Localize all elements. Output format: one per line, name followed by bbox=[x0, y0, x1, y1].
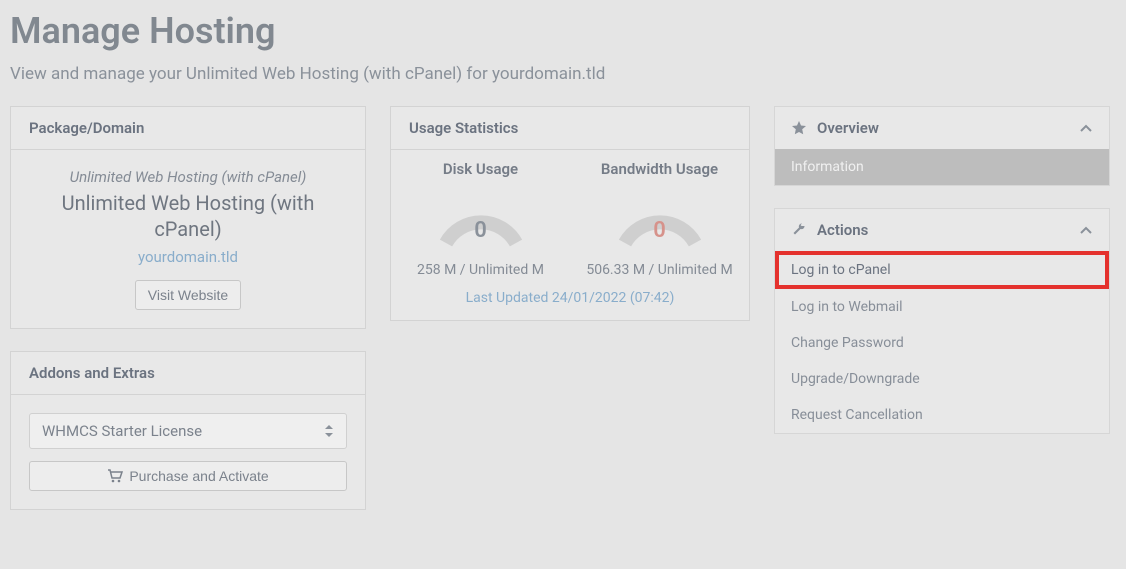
chevron-up-icon bbox=[1079, 123, 1093, 133]
visit-website-button[interactable]: Visit Website bbox=[135, 280, 241, 310]
package-card: Package/Domain Unlimited Web Hosting (wi… bbox=[10, 106, 366, 329]
page-subtitle: View and manage your Unlimited Web Hosti… bbox=[10, 64, 1116, 84]
package-subline: Unlimited Web Hosting (with cPanel) bbox=[29, 168, 347, 186]
disk-usage-gauge: 0 bbox=[431, 188, 531, 248]
addons-card-header: Addons and Extras bbox=[11, 352, 365, 395]
bandwidth-usage-gauge: 0 bbox=[610, 188, 710, 248]
usage-card: Usage Statistics Disk Usage 0 258 M / Un… bbox=[390, 106, 750, 321]
bandwidth-usage-value: 0 bbox=[610, 218, 710, 243]
purchase-activate-button[interactable]: Purchase and Activate bbox=[29, 461, 347, 491]
package-title: Unlimited Web Hosting (with cPanel) bbox=[29, 190, 347, 242]
select-caret-icon bbox=[324, 425, 334, 437]
wrench-icon bbox=[791, 222, 807, 238]
overview-header[interactable]: Overview bbox=[775, 107, 1109, 149]
actions-header-label: Actions bbox=[817, 221, 868, 239]
star-icon bbox=[791, 120, 807, 136]
bandwidth-usage-label: Bandwidth Usage bbox=[570, 160, 749, 178]
package-domain-link[interactable]: yourdomain.tld bbox=[29, 248, 347, 266]
usage-card-header: Usage Statistics bbox=[391, 107, 749, 150]
disk-usage-stat: Disk Usage 0 258 M / Unlimited M bbox=[391, 160, 570, 278]
disk-usage-value: 0 bbox=[431, 218, 531, 243]
action-upgrade-downgrade[interactable]: Upgrade/Downgrade bbox=[775, 361, 1109, 397]
action-request-cancellation[interactable]: Request Cancellation bbox=[775, 397, 1109, 433]
overview-header-label: Overview bbox=[817, 119, 879, 137]
overview-section: Overview Information bbox=[774, 106, 1110, 186]
addons-select[interactable]: WHMCS Starter License bbox=[29, 413, 347, 449]
disk-usage-footer: 258 M / Unlimited M bbox=[391, 262, 570, 278]
disk-usage-label: Disk Usage bbox=[391, 160, 570, 178]
purchase-activate-label: Purchase and Activate bbox=[129, 468, 268, 484]
actions-section: Actions Log in to cPanel Log in to Webma… bbox=[774, 208, 1110, 434]
bandwidth-usage-stat: Bandwidth Usage 0 506.33 M / Unlimited M bbox=[570, 160, 749, 278]
addons-select-value: WHMCS Starter License bbox=[42, 422, 202, 440]
page-title: Manage Hosting bbox=[10, 10, 1116, 52]
package-card-header: Package/Domain bbox=[11, 107, 365, 150]
action-login-cpanel[interactable]: Log in to cPanel bbox=[775, 251, 1109, 289]
addons-card: Addons and Extras WHMCS Starter License … bbox=[10, 351, 366, 510]
action-change-password[interactable]: Change Password bbox=[775, 325, 1109, 361]
action-login-webmail[interactable]: Log in to Webmail bbox=[775, 289, 1109, 325]
bandwidth-usage-footer: 506.33 M / Unlimited M bbox=[570, 262, 749, 278]
last-updated-link[interactable]: Last Updated 24/01/2022 (07:42) bbox=[391, 284, 749, 320]
chevron-up-icon bbox=[1079, 225, 1093, 235]
overview-information-item[interactable]: Information bbox=[775, 149, 1109, 185]
cart-icon bbox=[107, 469, 123, 483]
actions-header[interactable]: Actions bbox=[775, 209, 1109, 251]
